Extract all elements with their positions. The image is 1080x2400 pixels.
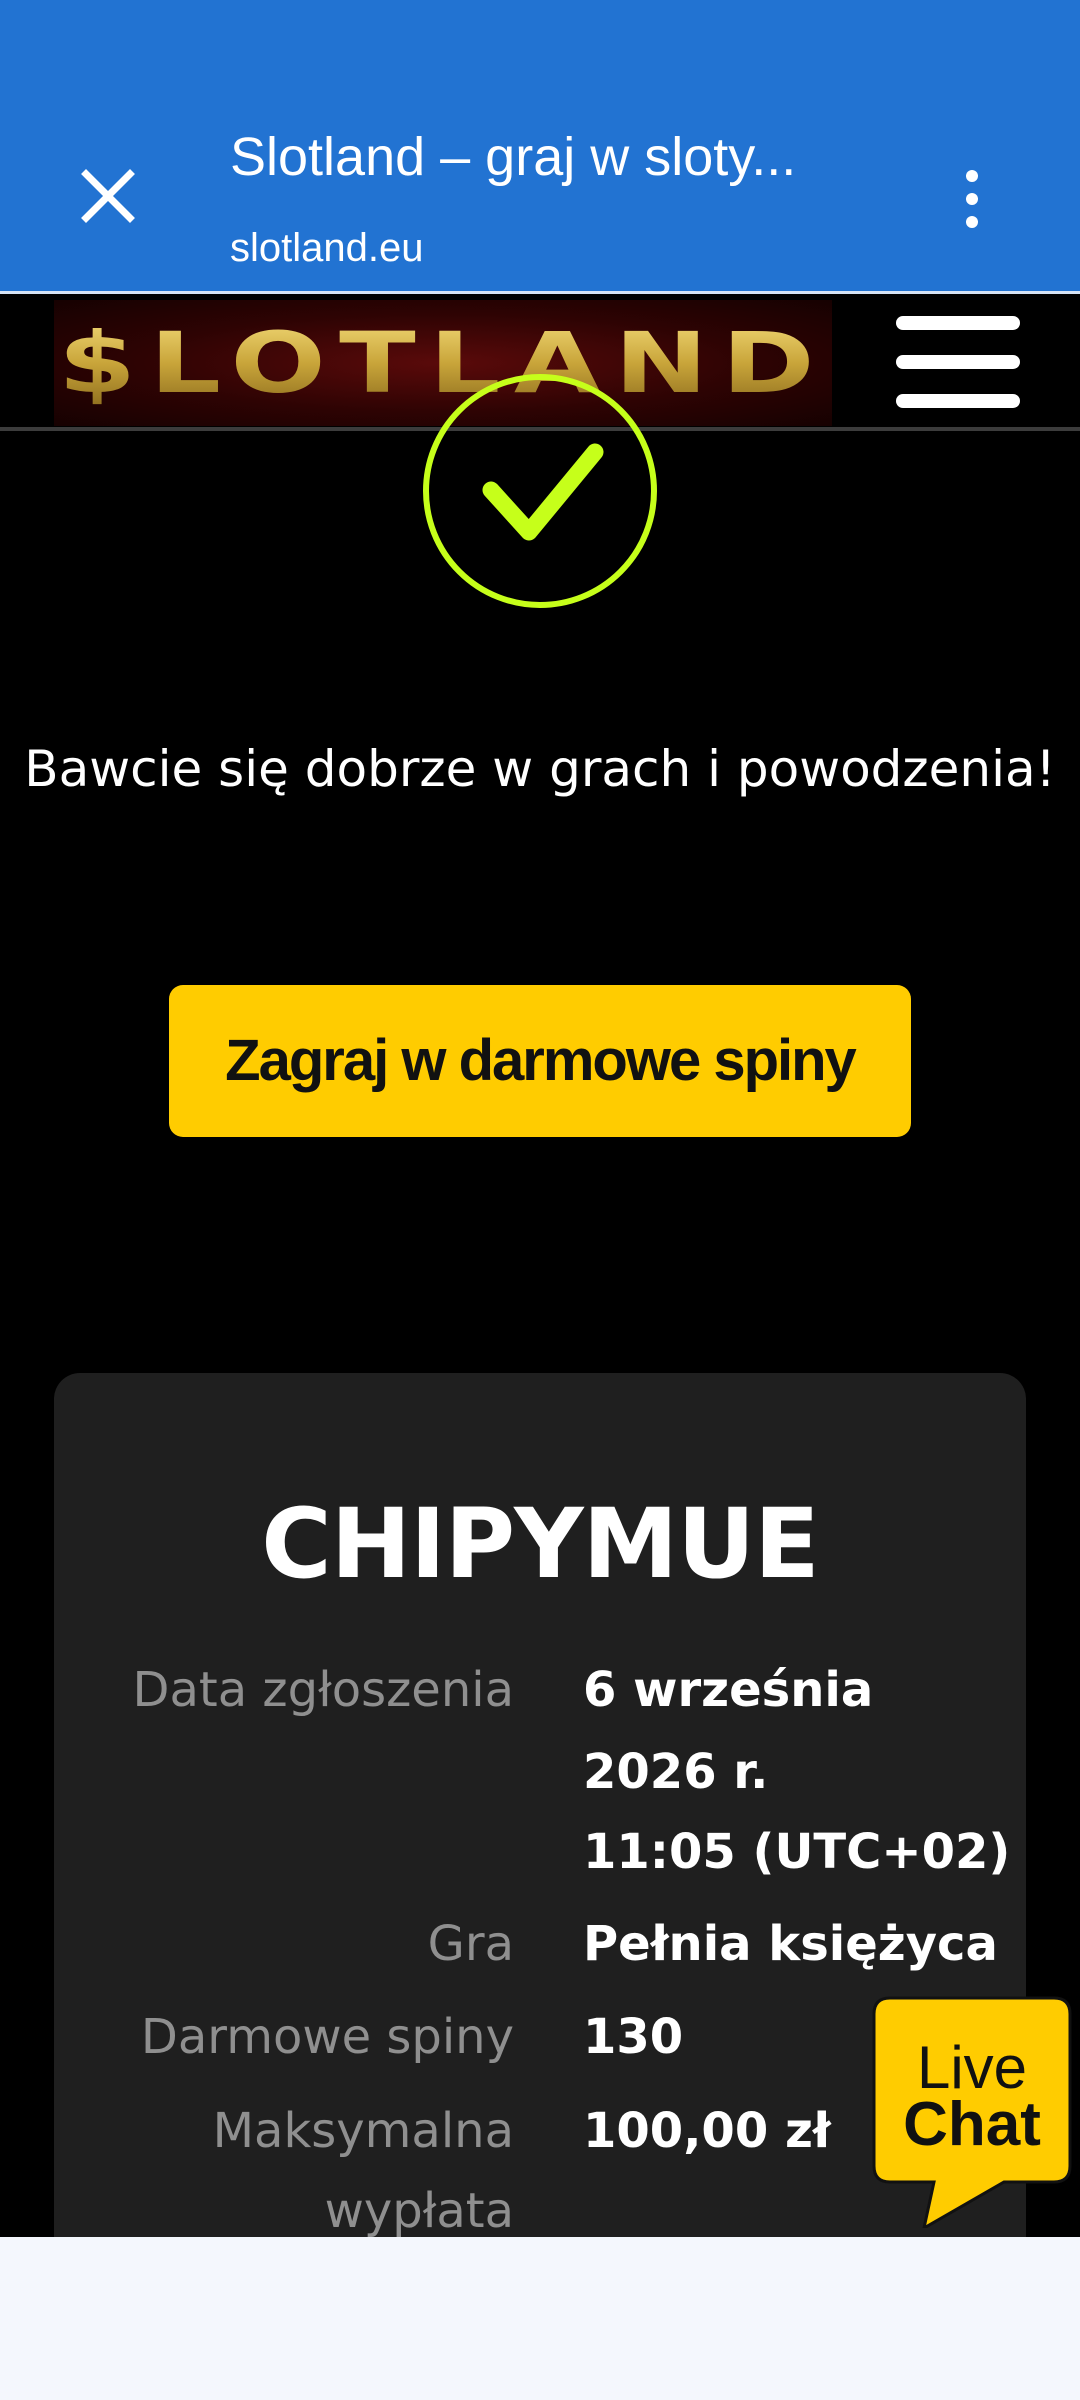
value-submission-date: 6 września [583,1662,874,1718]
success-message: Bawcie się dobrze w grach i powodzenia! [24,740,1056,798]
label-submission-date: Data zgłoszenia [132,1662,514,1718]
live-chat-label-line1: Live [916,2034,1028,2101]
value-max-payout: 100,00 zł [583,2103,831,2159]
live-chat-label-line2: Chat [903,2090,1041,2159]
live-chat-button[interactable]: Live Chat [872,1996,1072,2228]
close-icon[interactable] [76,164,140,228]
value-game: Pełnia księżyca [583,1916,998,1972]
value-submission-date-line3: 11:05 (UTC+02) [583,1824,1011,1880]
value-free-spins: 130 [583,2009,684,2065]
label-max-payout: Maksymalna [212,2103,514,2159]
browser-url: slotland.eu [230,226,424,270]
system-navigation-area [0,2237,1080,2400]
label-game: Gra [427,1916,514,1972]
checkmark-icon [423,374,657,608]
hamburger-menu-icon[interactable] [896,316,1020,408]
browser-page-title: Slotland – graj w sloty... [230,127,797,187]
label-free-spins: Darmowe spiny [140,2009,514,2065]
browser-toolbar: Slotland – graj w sloty... slotland.eu [0,0,1080,294]
play-free-spins-button[interactable]: Zagraj w darmowe spiny [169,985,911,1137]
more-vert-icon[interactable] [960,168,984,232]
bonus-code: CHIPYMUE [261,1488,819,1600]
value-submission-date-line2: 2026 r. [583,1744,769,1800]
